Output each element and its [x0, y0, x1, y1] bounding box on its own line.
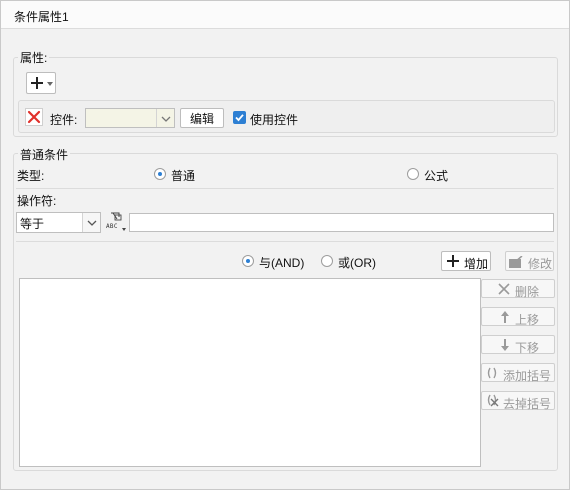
add-bracket-button-label: 添加括号 [503, 369, 552, 383]
conditions-list[interactable] [19, 278, 481, 467]
move-up-button-label: 上移 [515, 313, 540, 327]
close-icon [498, 283, 510, 295]
type-radio-formula[interactable] [407, 168, 419, 180]
type-radio-normal[interactable] [154, 168, 166, 180]
control-label: 控件: [50, 113, 78, 127]
edit-button[interactable]: 编辑 [180, 108, 224, 128]
control-select-arrow[interactable] [156, 109, 174, 127]
arrow-up-icon [501, 311, 509, 323]
plus-icon [31, 77, 43, 89]
chevron-down-icon [161, 116, 171, 122]
type-divider [16, 188, 554, 189]
move-down-button[interactable]: 下移 [481, 335, 555, 355]
remove-bracket-icon [487, 394, 499, 407]
remove-bracket-button[interactable]: 去掉括号 [481, 391, 555, 411]
window-title: 条件属性1 [14, 10, 69, 24]
arrow-down-icon [501, 339, 509, 351]
checkmark-icon [235, 114, 244, 122]
operator-select-arrow[interactable] [82, 213, 100, 232]
type-radio-normal-label: 普通 [171, 169, 196, 183]
remove-bracket-button-label: 去掉括号 [503, 397, 552, 411]
logic-radio-and[interactable] [242, 255, 254, 267]
caret-down-icon [47, 82, 53, 86]
delete-x-icon[interactable] [25, 108, 43, 126]
operator-select-value: 等于 [20, 217, 45, 231]
control-select[interactable] [85, 108, 175, 128]
move-down-button-label: 下移 [515, 341, 540, 355]
type-radio-formula-label: 公式 [424, 169, 449, 183]
condition-value-input[interactable] [129, 213, 554, 232]
use-control-checkbox[interactable] [233, 111, 246, 124]
chevron-down-icon [87, 220, 97, 226]
add-condition-button[interactable]: 增加 [441, 251, 491, 271]
formula-editor-icon[interactable]: ABC [105, 211, 127, 233]
formula-editor-icon-text: ABC [106, 223, 118, 230]
condition-properties-dialog: 条件属性1 属性: 控件: 编辑 使用控件 普通条件 类型: 普通 公式 操作符… [0, 0, 570, 490]
add-property-dropdown-button[interactable] [26, 72, 56, 94]
delete-condition-button-label: 删除 [515, 285, 540, 299]
add-bracket-button[interactable]: 添加括号 [481, 363, 555, 383]
operator-divider [16, 241, 554, 242]
properties-legend: 属性: [18, 49, 50, 66]
operator-select[interactable]: 等于 [16, 212, 101, 233]
edit-icon [509, 256, 523, 268]
modify-condition-button-label: 修改 [528, 257, 553, 271]
type-label: 类型: [17, 169, 45, 183]
logic-radio-and-label: 与(AND) [259, 256, 305, 270]
logic-radio-or[interactable] [321, 255, 333, 267]
use-control-label: 使用控件 [250, 113, 299, 127]
modify-condition-button[interactable]: 修改 [505, 251, 554, 271]
logic-radio-or-label: 或(OR) [338, 256, 376, 270]
delete-condition-button[interactable]: 删除 [481, 279, 555, 299]
add-condition-button-label: 增加 [464, 257, 489, 271]
move-up-button[interactable]: 上移 [481, 307, 555, 327]
normal-condition-legend: 普通条件 [18, 146, 71, 163]
plus-icon [447, 255, 459, 267]
bracket-icon [487, 367, 497, 379]
title-bar: 条件属性1 [1, 1, 569, 29]
operator-label: 操作符: [17, 194, 57, 208]
